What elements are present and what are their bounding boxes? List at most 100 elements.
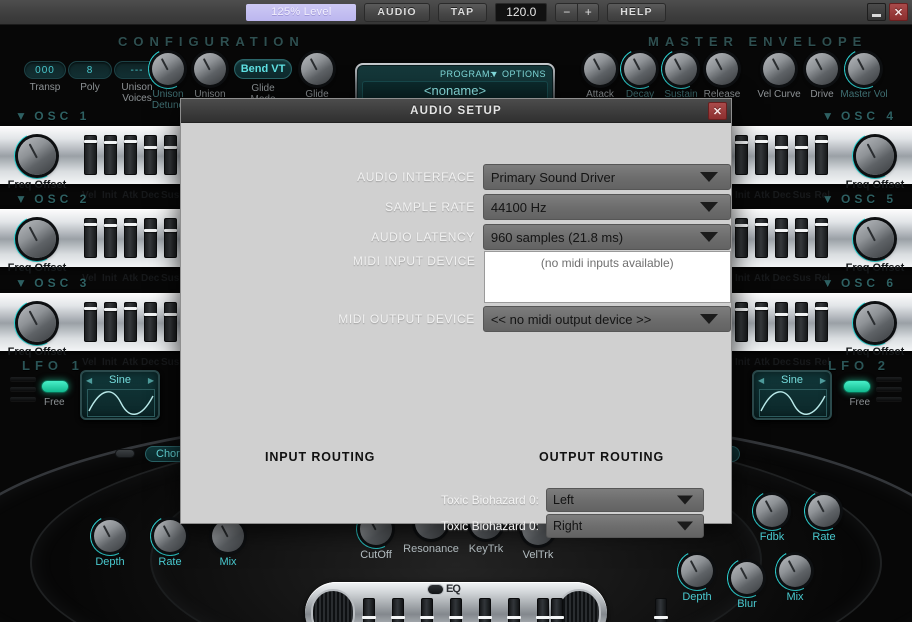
output-route-select-1[interactable]: Left [546,488,704,512]
sample-rate-select[interactable]: 44100 Hz [482,194,731,220]
transpose-readout[interactable]: 000 [24,61,66,79]
osc1-slider-init[interactable] [104,135,117,175]
knob-osc4-freq-offset[interactable]: Freq Offset [846,127,904,191]
osc4-slider-dec[interactable] [775,135,788,175]
lfo1-free-led[interactable] [41,380,69,393]
lfo2-free-led[interactable] [843,380,871,393]
lfo2-next-wave-icon[interactable]: ▶ [820,376,826,385]
knob-delay-blur[interactable]: Blur [721,552,773,610]
osc6-slider-rel[interactable] [815,302,828,342]
osc5-slider-atk[interactable] [755,218,768,258]
osc2-slider-vel[interactable] [84,218,97,258]
level-indicator[interactable]: 125% Level [246,3,357,21]
chorus-enable-led[interactable] [115,449,135,458]
help-button[interactable]: HELP [607,2,666,22]
knob-attack[interactable]: Attack [584,53,616,100]
osc6-slider-dec[interactable] [775,302,788,342]
chevron-down-icon[interactable]: ▼ [15,276,27,290]
knob-delay-mix[interactable]: Mix [769,545,821,603]
chevron-down-icon[interactable]: ▼ [15,109,27,123]
knob-delay-depth[interactable]: Depth [671,545,723,603]
osc5-slider-dec[interactable] [775,218,788,258]
osc1-slider-vel[interactable] [84,135,97,175]
osc4-slider-rel[interactable] [815,135,828,175]
lfo2-wave-display[interactable]: ◀ Sine ▶ [752,370,832,420]
knob-osc5-freq-offset[interactable]: Freq Offset [846,210,904,274]
eq-slider-8000[interactable] [550,598,564,622]
osc5-slider-init[interactable] [735,218,748,258]
audio-button[interactable]: AUDIO [364,2,430,22]
osc5-slider-rel[interactable] [815,218,828,258]
osc6-slider-sus[interactable] [795,302,808,342]
osc3-slider-atk[interactable] [124,302,137,342]
knob-osc1-freq-offset[interactable]: Freq Offset [8,127,66,191]
osc1-slider-atk[interactable] [124,135,137,175]
knob-delay-fdbk[interactable]: Fdbk [746,485,798,543]
knob-delay-rate[interactable]: Rate [798,485,850,543]
osc1-slider-sus[interactable] [164,135,177,175]
eq-slider-62[interactable] [362,598,376,622]
eq-slider-4000[interactable] [536,598,550,622]
osc2-slider-sus[interactable] [164,218,177,258]
osc2-slider-dec[interactable] [144,218,157,258]
chevron-down-icon[interactable]: ▼ [822,276,834,290]
poly-readout[interactable]: 8 [68,61,112,79]
knob-vel-curve[interactable]: Vel Curve [757,53,801,100]
osc6-slider-atk[interactable] [755,302,768,342]
eq-slider-1000[interactable] [478,598,492,622]
eq-slider-125[interactable] [391,598,405,622]
osc4-slider-init[interactable] [735,135,748,175]
minimize-button[interactable] [867,3,886,21]
knob-drive[interactable]: Drive [806,53,838,100]
knob-sustain[interactable]: Sustain [655,43,707,100]
audio-latency-select[interactable]: 960 samples (21.8 ms) [482,224,731,250]
midi-output-device-select[interactable]: << no midi output device >> [482,306,731,332]
osc-label-5[interactable]: ▼ OSC 5 [822,192,897,206]
osc1-slider-dec[interactable] [144,135,157,175]
eq-slider-250[interactable] [420,598,434,622]
osc-label-4[interactable]: ▼ OSC 4 [822,109,897,123]
close-window-button[interactable]: ✕ [889,3,908,21]
tempo-increment-button[interactable]: + [577,2,600,22]
knob-release[interactable]: Release [704,53,740,100]
osc-label-2[interactable]: ▼ OSC 2 [15,192,90,206]
chevron-down-icon[interactable]: ▼ [822,192,834,206]
osc-label-3[interactable]: ▼ OSC 3 [15,276,90,290]
midi-input-device-list[interactable]: (no midi inputs available) [483,251,731,303]
osc3-slider-sus[interactable] [164,302,177,342]
osc3-slider-vel[interactable] [84,302,97,342]
eq-enable-led[interactable] [427,583,444,595]
knob-chorus-depth[interactable]: Depth [84,510,136,568]
chevron-down-icon[interactable]: ▼ [822,109,834,123]
tempo-decrement-button[interactable]: − [555,2,578,22]
chevron-down-icon[interactable]: ▼ [15,192,27,206]
eq-slider-2000[interactable] [507,598,521,622]
osc4-slider-sus[interactable] [795,135,808,175]
knob-osc2-freq-offset[interactable]: Freq Offset [8,210,66,274]
osc2-slider-init[interactable] [104,218,117,258]
osc-label-6[interactable]: ▼ OSC 6 [822,276,897,290]
osc3-slider-dec[interactable] [144,302,157,342]
tempo-field[interactable]: 120.0 [495,2,548,22]
audio-interface-select[interactable]: Primary Sound Driver [482,164,731,190]
bend-mode-pill[interactable]: Bend VT [234,59,292,79]
lfo1-wave-display[interactable]: ◀ Sine ▶ [80,370,160,420]
lfo1-next-wave-icon[interactable]: ▶ [148,376,154,385]
output-route-select-2[interactable]: Right [546,514,704,538]
knob-unison-detune[interactable]: Unison Detune [142,43,194,111]
osc5-slider-sus[interactable] [795,218,808,258]
knob-glide[interactable]: Glide [301,53,333,100]
dialog-close-button[interactable]: ✕ [708,102,727,120]
osc2-slider-atk[interactable] [124,218,137,258]
osc6-slider-init[interactable] [735,302,748,342]
tap-button[interactable]: TAP [437,2,488,22]
osc3-slider-init[interactable] [104,302,117,342]
knob-decay[interactable]: Decay [614,43,666,100]
dialog-title-bar[interactable]: AUDIO SETUP ✕ [181,99,731,123]
knob-osc3-freq-offset[interactable]: Freq Offset [8,294,66,358]
osc4-slider-atk[interactable] [755,135,768,175]
eq-slider-500[interactable] [449,598,463,622]
osc-label-1[interactable]: ▼ OSC 1 [15,109,90,123]
options-menu-button[interactable]: ▼ OPTIONS [490,69,546,79]
knob-master-vol[interactable]: Master Vol [838,43,890,100]
